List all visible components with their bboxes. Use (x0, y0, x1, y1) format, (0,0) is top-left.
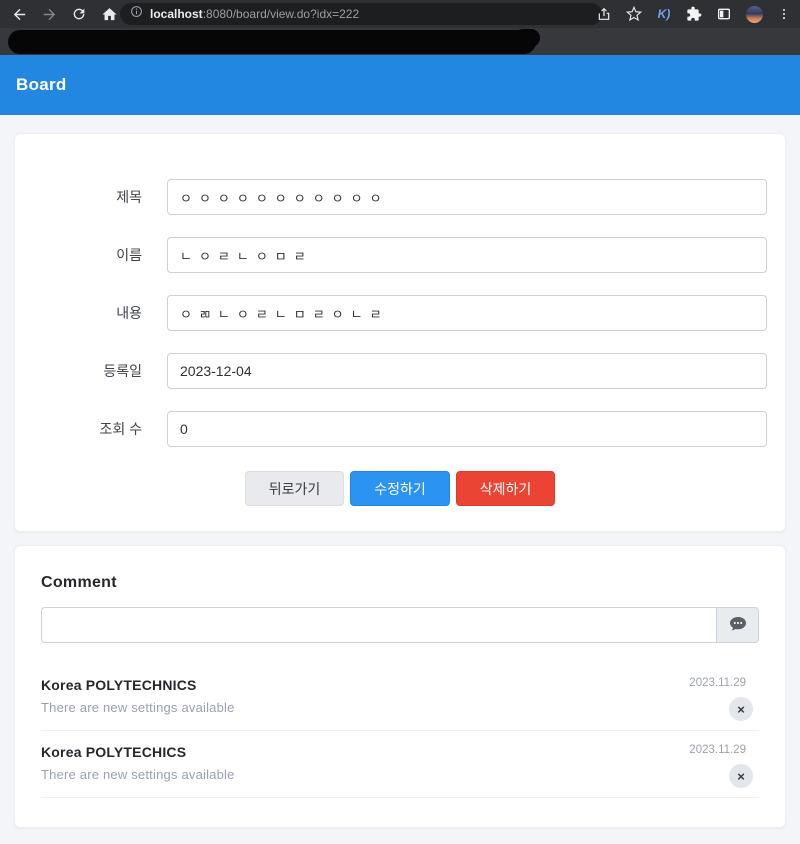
comment-item: Korea POLYTECHNICS There are new setting… (41, 664, 759, 731)
comment-input[interactable] (41, 607, 717, 643)
form-row-content: 내용 (15, 295, 767, 331)
content-label: 내용 (116, 305, 142, 321)
bookmark-star-icon[interactable] (620, 2, 648, 26)
redacted-bookmarks-bump (514, 29, 540, 47)
back-icon[interactable] (4, 2, 34, 26)
site-info-icon[interactable] (130, 5, 143, 23)
menu-dots-icon[interactable] (770, 2, 798, 26)
form-row-name: 이름 (15, 237, 767, 273)
comment-date: 2023.11.29 (689, 744, 746, 756)
board-detail-card: 제목 이름 내용 등록일 조회 수 뒤로가기 수정하기 삭제하기 (14, 133, 786, 532)
profile-avatar[interactable] (740, 2, 768, 26)
comment-text: There are new settings available (41, 700, 235, 715)
sidebar-icon[interactable] (710, 2, 738, 26)
comment-text: There are new settings available (41, 767, 235, 782)
title-input[interactable] (167, 179, 767, 215)
page-title: Board (16, 75, 67, 94)
form-row-date: 등록일 (15, 353, 767, 389)
delete-button[interactable]: 삭제하기 (455, 471, 556, 506)
browser-toolbar: localhost:8080/board/view.do?idx=222 K) (0, 0, 800, 28)
address-bar[interactable]: localhost:8080/board/view.do?idx=222 (120, 3, 602, 25)
comment-item: Korea POLYTECHICS There are new settings… (41, 731, 759, 798)
date-label: 등록일 (103, 363, 142, 379)
comment-card: Comment Korea POLYTECHNICS There are new… (14, 545, 786, 828)
comment-author: Korea POLYTECHICS (41, 744, 187, 760)
comment-date: 2023.11.29 (689, 677, 746, 689)
extension-k-icon[interactable]: K) (650, 2, 678, 26)
title-label: 제목 (116, 189, 142, 205)
speech-bubble-icon (729, 616, 747, 635)
reload-icon[interactable] (64, 2, 94, 26)
forward-icon[interactable] (34, 2, 64, 26)
comment-section-title: Comment (41, 574, 117, 591)
url-path: :8080/board/view.do?idx=222 (202, 7, 360, 21)
form-actions: 뒤로가기 수정하기 삭제하기 (15, 471, 785, 506)
back-button[interactable]: 뒤로가기 (244, 471, 345, 506)
edit-button[interactable]: 수정하기 (350, 471, 450, 506)
content-input[interactable] (167, 295, 767, 331)
name-label: 이름 (116, 247, 142, 263)
extensions-puzzle-icon[interactable] (680, 2, 708, 26)
share-icon[interactable] (590, 2, 618, 26)
comment-submit-button[interactable] (716, 607, 759, 643)
views-label: 조회 수 (99, 421, 142, 437)
comment-delete-icon[interactable]: × (729, 764, 753, 788)
comment-delete-icon[interactable]: × (729, 697, 753, 721)
form-row-views: 조회 수 (15, 411, 767, 447)
comment-input-group (41, 607, 759, 643)
name-input[interactable] (167, 237, 767, 273)
app-header: Board (0, 55, 800, 115)
redacted-bookmarks (8, 30, 536, 54)
url-host: localhost (150, 7, 203, 21)
comment-author: Korea POLYTECHNICS (41, 677, 197, 693)
views-input[interactable] (167, 411, 767, 447)
form-row-title: 제목 (15, 179, 767, 215)
date-input[interactable] (167, 353, 767, 389)
